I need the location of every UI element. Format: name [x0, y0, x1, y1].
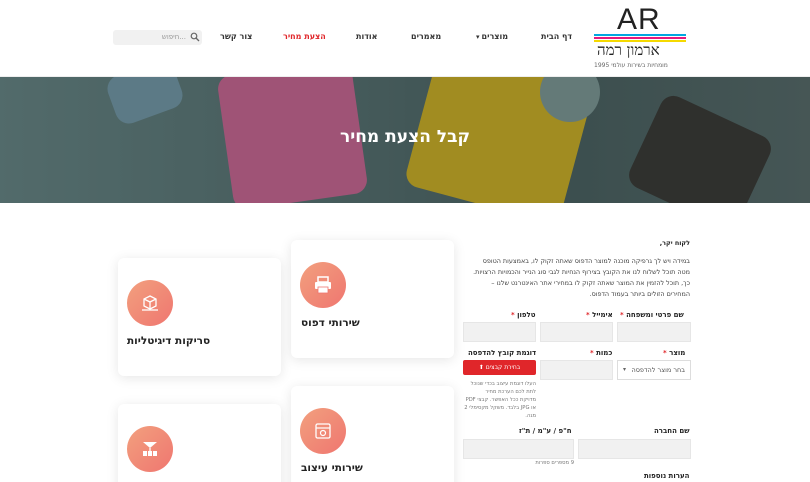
- upload-note-1: העלו דוגמת עיצוב בכדי שנוכל: [470, 381, 536, 387]
- quantity-field[interactable]: [540, 360, 613, 380]
- phone-label: טלפון *: [511, 311, 536, 319]
- nav-articles[interactable]: מאמרים: [411, 32, 441, 41]
- phone-field[interactable]: [463, 322, 536, 342]
- site-header: AR ארמון רמה מומחיות בשירות עולמי 1995 ד…: [0, 0, 810, 77]
- hero-title: קבל הצעת מחיר: [340, 127, 470, 147]
- email-field[interactable]: [540, 322, 613, 342]
- production-icon-circle: [127, 426, 173, 472]
- cube-icon-circle: [127, 280, 173, 326]
- email-label: אימייל *: [586, 311, 613, 319]
- form-intro-line-2: מטה תוכל לשלוח לנו את הקובץ בצירוף הנחיו…: [473, 268, 690, 276]
- notes-label: הערות נוספות: [644, 472, 690, 480]
- printer-icon: [315, 276, 331, 294]
- nav-home[interactable]: דף הבית: [541, 32, 572, 41]
- logo[interactable]: AR ארמון רמה מומחיות בשירות עולמי 1995: [594, 3, 690, 71]
- chevron-down-icon: ▾: [476, 33, 480, 41]
- nav-products[interactable]: ▾ מוצרים: [476, 32, 508, 41]
- nav-products-label: מוצרים: [481, 32, 509, 41]
- logo-tagline: מומחיות בשירות עולמי 1995: [594, 62, 668, 69]
- design-window-icon: [315, 423, 331, 439]
- upload-note-2: לתת לכם הערכת מחיר: [485, 389, 536, 395]
- form-greeting: לקוח יקר,: [659, 239, 690, 247]
- printer-icon-circle: [300, 262, 346, 308]
- upload-button[interactable]: בחירת קבצים ⬆: [463, 360, 536, 375]
- nav-contact[interactable]: צור קשר: [220, 32, 252, 41]
- upload-button-label: בחירת קבצים: [485, 364, 521, 371]
- nav-quote[interactable]: הצעת מחיר: [283, 32, 326, 41]
- logo-initials: AR: [617, 3, 661, 36]
- service-card-scan[interactable]: סריקות דיגיטליות: [118, 258, 281, 376]
- service-title-design: שירותי עיצוב: [301, 462, 363, 474]
- upload-icon: ⬆: [478, 364, 484, 371]
- service-title-print: שירותי דפוס: [301, 317, 360, 329]
- fullname-field[interactable]: [617, 322, 691, 342]
- file-label: דוגמת קובץ להדפסה: [468, 349, 537, 357]
- tax-id-note: 9 מספרים ספרות: [535, 460, 574, 466]
- service-card-print[interactable]: שירותי דפוס: [291, 240, 454, 358]
- fullname-label: שם פרטי ומשפחה *: [620, 311, 684, 319]
- quantity-label: כמות *: [590, 349, 613, 357]
- upload-note-5: מגה.: [525, 413, 536, 419]
- nav-about[interactable]: אודות: [356, 32, 377, 41]
- service-card-design[interactable]: שירותי עיצוב: [291, 386, 454, 482]
- product-select[interactable]: בחר מוצר להדפסה ▾: [617, 360, 691, 380]
- upload-note-4: או JPG בלבד. משקל מקסימלי 2: [464, 405, 536, 411]
- product-label: מוצר *: [663, 349, 686, 357]
- company-label: שם החברה: [654, 427, 690, 435]
- production-icon: [143, 442, 157, 456]
- form-intro-line-3: כך, תוכל להזמין את המוצר שאתה זקוק לו במ…: [491, 279, 690, 287]
- form-intro-line-4: המחירים הזולים ביותר בעמוד הדפוס.: [589, 290, 690, 298]
- tax-id-field[interactable]: [463, 439, 574, 459]
- service-title-scan: סריקות דיגיטליות: [127, 335, 211, 347]
- tax-id-label: ח"פ / ע"מ / ת"ז: [519, 427, 572, 435]
- cube-icon: [142, 295, 158, 311]
- upload-note-3: מדויקת ככל האפשר. קבצי PDF: [465, 397, 536, 403]
- search-icon[interactable]: [190, 32, 200, 42]
- search-input[interactable]: חיפוש...: [113, 30, 202, 45]
- design-icon-circle: [300, 408, 346, 454]
- search-placeholder: חיפוש...: [161, 33, 186, 41]
- chevron-down-icon: ▾: [623, 366, 627, 373]
- logo-name: ארמון רמה: [597, 41, 660, 59]
- hero-banner: קבל הצעת מחיר: [0, 77, 810, 203]
- form-intro-line-1: במידה ויש לך גרפיקה מוכנה למוצר הדפוס שא…: [482, 257, 690, 265]
- service-card-production[interactable]: [118, 404, 281, 482]
- company-field[interactable]: [578, 439, 691, 459]
- product-select-value: בחר מוצר להדפסה: [631, 366, 685, 374]
